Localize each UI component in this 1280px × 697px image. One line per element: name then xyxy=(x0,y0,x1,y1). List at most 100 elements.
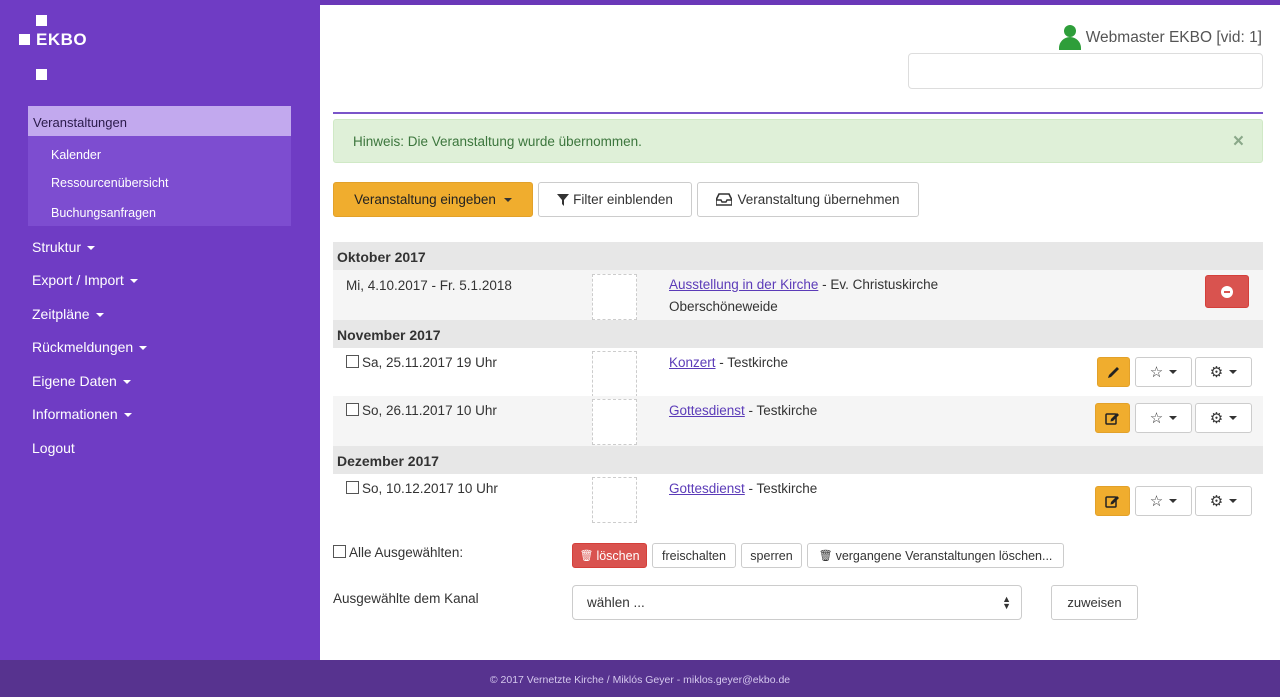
inbox-icon xyxy=(716,193,733,206)
caret-down-icon xyxy=(95,313,104,318)
sidebar-item-logout[interactable]: Logout xyxy=(32,440,75,456)
sidebar: EKBO Veranstaltungen Kalender Ressourcen… xyxy=(0,0,320,660)
footer: © 2017 Vernetzte Kirche / Miklós Geyer -… xyxy=(0,660,1280,697)
event-date-row: So, 10.12.2017 10 Uhr xyxy=(346,481,498,496)
channel-label: Ausgewählte dem Kanal xyxy=(333,591,479,606)
event-title-link[interactable]: Konzert xyxy=(669,355,716,370)
search-input[interactable] xyxy=(908,53,1263,89)
settings-dropdown[interactable]: ⚙ xyxy=(1195,357,1252,387)
menu-square-icon[interactable] xyxy=(36,69,47,80)
favorite-dropdown[interactable]: ☆ xyxy=(1135,486,1192,516)
event-title-link[interactable]: Ausstellung in der Kirche xyxy=(669,277,818,292)
logo-square-icon xyxy=(36,15,47,26)
sidebar-subitem-ressourcen[interactable]: Ressourcenübersicht xyxy=(51,176,168,190)
main-content: Webmaster EKBO [vid: 1] Hinweis: Die Ver… xyxy=(320,5,1280,660)
event-title-link[interactable]: Gottesdienst xyxy=(669,403,745,418)
star-icon: ☆ xyxy=(1149,493,1164,510)
close-icon[interactable]: × xyxy=(1233,131,1244,153)
caret-down-icon xyxy=(1229,416,1238,420)
user-menu[interactable]: Webmaster EKBO [vid: 1] xyxy=(1058,25,1262,51)
event-place: - Ev. Christuskirche xyxy=(818,277,939,292)
event-title-link[interactable]: Gottesdienst xyxy=(669,481,745,496)
header-divider xyxy=(333,112,1263,114)
caret-down-icon xyxy=(122,380,131,385)
event-place: - Testkirche xyxy=(715,355,789,370)
event-thumbnail[interactable] xyxy=(592,477,637,523)
remove-button[interactable] xyxy=(1205,275,1249,308)
row-checkbox[interactable] xyxy=(346,403,359,416)
star-icon: ☆ xyxy=(1149,410,1164,427)
table-row: Sa, 25.11.2017 19 Uhr Konzert - Testkirc… xyxy=(333,348,1263,397)
month-header: November 2017 xyxy=(333,320,1263,348)
caret-down-icon xyxy=(123,413,132,418)
filter-icon xyxy=(557,193,570,206)
settings-dropdown[interactable]: ⚙ xyxy=(1195,486,1252,516)
event-place: - Testkirche xyxy=(744,403,818,418)
caret-down-icon xyxy=(1169,370,1178,374)
filter-button[interactable]: Filter einblenden xyxy=(538,182,692,217)
event-place-cont: Oberschöneweide xyxy=(669,299,778,314)
favorite-dropdown[interactable]: ☆ xyxy=(1135,403,1192,433)
month-header: Oktober 2017 xyxy=(333,242,1263,270)
event-date-row: So, 26.11.2017 10 Uhr xyxy=(346,403,497,418)
select-arrows-icon: ▲ ▼ xyxy=(1002,594,1011,611)
minus-circle-icon xyxy=(1221,285,1233,298)
delete-button[interactable]: 🗑 löschen xyxy=(572,543,647,568)
delete-past-button[interactable]: 🗑 vergangene Veranstaltungen löschen... xyxy=(807,543,1064,568)
event-thumbnail[interactable] xyxy=(592,399,637,445)
event-info: Gottesdienst - Testkirche xyxy=(669,400,817,422)
channel-select[interactable]: wählen ... ▲ ▼ xyxy=(572,585,1022,620)
caret-down-icon xyxy=(87,246,96,251)
row-checkbox[interactable] xyxy=(346,355,359,368)
gear-icon: ⚙ xyxy=(1209,410,1224,427)
lock-button[interactable]: sperren xyxy=(741,543,802,568)
sidebar-item-zeitplaene[interactable]: Zeitpläne xyxy=(32,306,104,322)
edit-square-icon xyxy=(1105,496,1119,508)
event-thumbnail[interactable] xyxy=(592,274,637,320)
edit-square-icon xyxy=(1105,413,1119,425)
user-name: Webmaster EKBO [vid: 1] xyxy=(1085,29,1262,46)
sidebar-item-informationen[interactable]: Informationen xyxy=(32,406,132,422)
event-thumbnail[interactable] xyxy=(592,351,637,397)
edit-button[interactable] xyxy=(1095,486,1130,516)
settings-dropdown[interactable]: ⚙ xyxy=(1195,403,1252,433)
favorite-dropdown[interactable]: ☆ xyxy=(1135,357,1192,387)
month-header: Dezember 2017 xyxy=(333,446,1263,474)
enter-event-button[interactable]: Veranstaltung eingeben xyxy=(333,182,533,217)
table-row: So, 10.12.2017 10 Uhr Gottesdienst - Tes… xyxy=(333,474,1263,528)
take-event-button[interactable]: Veranstaltung übernehmen xyxy=(697,182,919,217)
table-row: So, 26.11.2017 10 Uhr Gottesdienst - Tes… xyxy=(333,396,1263,446)
sidebar-item-eigene-daten[interactable]: Eigene Daten xyxy=(32,373,131,389)
brand-logo[interactable]: EKBO xyxy=(36,30,87,50)
sidebar-item-veranstaltungen[interactable]: Veranstaltungen xyxy=(28,106,291,136)
event-info: Konzert - Testkirche xyxy=(669,352,788,374)
success-alert: Hinweis: Die Veranstaltung wurde übernom… xyxy=(333,119,1263,163)
unlock-button[interactable]: freischalten xyxy=(652,543,736,568)
assign-button[interactable]: zuweisen xyxy=(1051,585,1138,620)
sidebar-subitem-buchungsanfragen[interactable]: Buchungsanfragen xyxy=(51,206,156,220)
sidebar-item-struktur[interactable]: Struktur xyxy=(32,239,96,255)
sidebar-subitem-kalender[interactable]: Kalender xyxy=(51,148,101,162)
event-info: Ausstellung in der Kirche - Ev. Christus… xyxy=(669,274,938,318)
trash-icon: 🗑 xyxy=(579,550,594,562)
gear-icon: ⚙ xyxy=(1209,493,1224,510)
sidebar-item-export-import[interactable]: Export / Import xyxy=(32,272,138,288)
select-all-checkbox[interactable] xyxy=(333,545,346,558)
edit-button[interactable] xyxy=(1097,357,1130,387)
gear-icon: ⚙ xyxy=(1209,364,1224,381)
caret-down-icon xyxy=(139,346,148,351)
select-all[interactable]: Alle Ausgewählten: xyxy=(333,545,463,560)
alert-text: Hinweis: Die Veranstaltung wurde übernom… xyxy=(353,134,642,149)
star-icon: ☆ xyxy=(1149,364,1164,381)
trash-icon: 🗑 xyxy=(818,550,833,562)
edit-button[interactable] xyxy=(1095,403,1130,433)
logo-square-icon xyxy=(19,34,30,45)
sidebar-item-rueckmeldungen[interactable]: Rückmeldungen xyxy=(32,339,148,355)
user-icon xyxy=(1058,25,1082,51)
row-checkbox[interactable] xyxy=(346,481,359,494)
caret-down-icon xyxy=(129,279,138,284)
event-date: Mi, 4.10.2017 - Fr. 5.1.2018 xyxy=(346,278,512,293)
caret-down-icon xyxy=(1229,499,1238,503)
caret-down-icon xyxy=(1229,370,1238,374)
caret-down-icon xyxy=(503,197,512,202)
